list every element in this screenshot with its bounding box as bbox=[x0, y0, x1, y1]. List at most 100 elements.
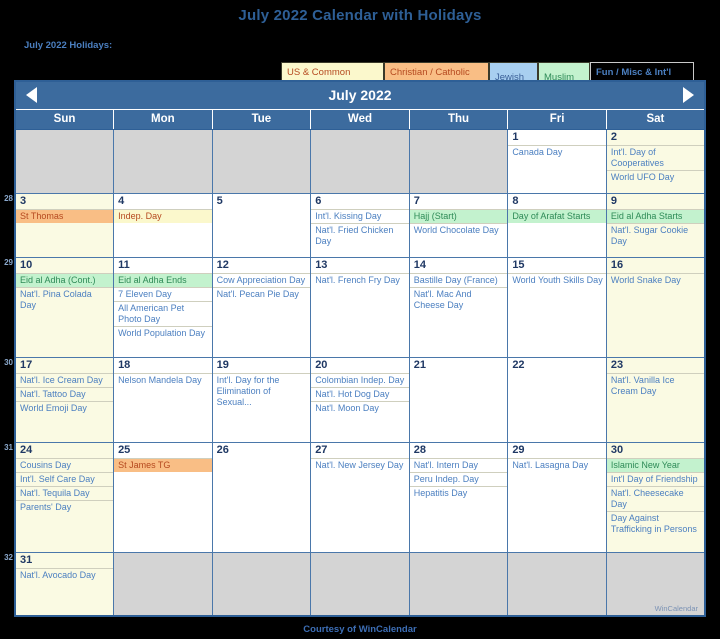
day-number: 12 bbox=[216, 258, 229, 271]
holiday-entry[interactable]: Int'l. Day of Cooperatives bbox=[606, 144, 704, 170]
calendar-day-cell-15[interactable]: 15 World Youth Skills Day bbox=[507, 256, 607, 358]
day-header-sat: Sat bbox=[606, 109, 705, 130]
calendar-cell-empty bbox=[310, 128, 410, 194]
calendar-day-cell-27[interactable]: 27 Nat'l. New Jersey Day bbox=[310, 441, 410, 553]
holiday-entry[interactable]: Hepatitis Day bbox=[409, 485, 508, 500]
week-number: 29 bbox=[4, 258, 13, 267]
calendar-day-cell-8[interactable]: 8 Day of Arafat Starts bbox=[507, 192, 607, 258]
holiday-entry[interactable]: St James TG bbox=[114, 457, 212, 472]
calendar-day-cell-11[interactable]: 11 Eid al Adha Ends 7 Eleven Day All Americ… bbox=[113, 256, 213, 358]
calendar-day-cell-3[interactable]: 3 St Thomas bbox=[14, 192, 115, 258]
holiday-entry[interactable]: Eid al Adha (Cont.) bbox=[16, 272, 114, 287]
holiday-entry[interactable]: World Snake Day bbox=[606, 272, 704, 287]
holiday-entry[interactable]: Int'l. Kissing Day bbox=[311, 208, 409, 223]
holiday-entry[interactable]: Int'l. Day for the Elimination of Sexual… bbox=[212, 372, 311, 409]
day-number: 27 bbox=[315, 443, 328, 456]
holiday-entry[interactable]: All American Pet Photo Day bbox=[114, 300, 212, 326]
holiday-entry[interactable]: Int'l Day of Friendship bbox=[606, 471, 704, 486]
calendar-day-cell-26[interactable]: 26 bbox=[211, 441, 312, 553]
calendar-cell-empty bbox=[14, 128, 115, 194]
holiday-entry[interactable]: Nat'l. Intern Day bbox=[409, 457, 508, 472]
holiday-entry[interactable]: Cousins Day bbox=[16, 457, 114, 472]
holiday-entry[interactable]: Nat'l. Moon Day bbox=[311, 400, 409, 415]
holiday-entry[interactable]: Islamic New Year bbox=[606, 457, 704, 472]
holiday-entry[interactable]: World UFO Day bbox=[606, 169, 704, 184]
holiday-entry[interactable]: Day Against Trafficking in Persons bbox=[606, 510, 704, 536]
calendar-day-cell-1[interactable]: 1 Canada Day bbox=[507, 128, 607, 194]
next-month-icon[interactable] bbox=[683, 87, 694, 104]
holiday-entry[interactable]: Hajj (Start) bbox=[409, 208, 508, 223]
holiday-entry[interactable]: Nat'l. Tattoo Day bbox=[16, 386, 114, 401]
day-number: 8 bbox=[512, 194, 519, 207]
calendar-day-cell-30[interactable]: 30 Islamic New Year Int'l Day of Friendshi… bbox=[605, 441, 706, 553]
holiday-entry[interactable]: Nat'l. Sugar Cookie Day bbox=[606, 222, 704, 248]
day-number: 10 bbox=[20, 258, 33, 271]
holiday-entry[interactable]: Nat'l. New Jersey Day bbox=[311, 457, 409, 472]
day-of-week-header-row: Sun Mon Tue Wed Thu Fri Sat bbox=[15, 109, 705, 130]
holiday-entry[interactable]: Peru Indep. Day bbox=[409, 471, 508, 486]
calendar-body: 1 Canada Day 2 Int'l. Day of Cooperatives Wo… bbox=[14, 128, 706, 617]
holiday-entry[interactable]: 7 Eleven Day bbox=[114, 286, 212, 301]
day-number: 19 bbox=[216, 358, 229, 371]
holiday-entry[interactable]: Nat'l. Lasagna Day bbox=[508, 457, 606, 472]
calendar-day-cell-16[interactable]: 16 World Snake Day bbox=[605, 256, 706, 358]
calendar-page: July 2022 Calendar with Holidays July 20… bbox=[0, 0, 720, 639]
day-number: 11 bbox=[118, 258, 130, 271]
holiday-entry[interactable]: Nat'l. Hot Dog Day bbox=[311, 386, 409, 401]
holiday-entry[interactable]: World Emoji Day bbox=[16, 400, 114, 415]
calendar-day-cell-5[interactable]: 5 bbox=[211, 192, 312, 258]
holiday-entry[interactable]: Parents' Day bbox=[16, 499, 114, 514]
holiday-entry[interactable]: Int'l. Self Care Day bbox=[16, 471, 114, 486]
calendar-day-cell-17[interactable]: 17 Nat'l. Ice Cream Day Nat'l. Tattoo Day W… bbox=[14, 356, 115, 443]
calendar-day-cell-22[interactable]: 22 bbox=[507, 356, 607, 443]
week-number: 30 bbox=[4, 358, 13, 367]
holiday-entry[interactable]: World Population Day bbox=[114, 325, 212, 340]
holiday-entry[interactable]: Nat'l. Vanilla Ice Cream Day bbox=[606, 372, 704, 398]
holiday-entry[interactable]: World Chocolate Day bbox=[409, 222, 508, 237]
holiday-entry[interactable]: Cow Appreciation Day bbox=[212, 272, 311, 287]
holiday-entry[interactable]: Nat'l. Pecan Pie Day bbox=[212, 286, 311, 301]
calendar-day-cell-23[interactable]: 23 Nat'l. Vanilla Ice Cream Day bbox=[605, 356, 706, 443]
holiday-entry[interactable]: Nat'l. Avocado Day bbox=[16, 567, 114, 582]
holiday-entry[interactable]: Nat'l. Tequila Day bbox=[16, 485, 114, 500]
holiday-entry[interactable]: Bastille Day (France) bbox=[409, 272, 508, 287]
calendar-day-cell-7[interactable]: 7 Hajj (Start) World Chocolate Day bbox=[408, 192, 509, 258]
day-header-wed: Wed bbox=[310, 109, 410, 130]
watermark: WinCalendar bbox=[654, 604, 698, 613]
holiday-entry[interactable]: Day of Arafat Starts bbox=[508, 208, 606, 223]
calendar-day-cell-13[interactable]: 13 Nat'l. French Fry Day bbox=[310, 256, 410, 358]
holiday-entry[interactable]: Eid al Adha Starts bbox=[606, 208, 704, 223]
holiday-entry[interactable]: St Thomas bbox=[16, 208, 114, 223]
calendar-day-cell-6[interactable]: 6 Int'l. Kissing Day Nat'l. Fried Chicken … bbox=[310, 192, 410, 258]
calendar-day-cell-10[interactable]: 10 Eid al Adha (Cont.) Nat'l. Pina Colada … bbox=[14, 256, 115, 358]
calendar-day-cell-25[interactable]: 25 St James TG bbox=[113, 441, 213, 553]
calendar-day-cell-20[interactable]: 20 Colombian Indep. Day Nat'l. Hot Dog Day… bbox=[310, 356, 410, 443]
holiday-entry[interactable]: Canada Day bbox=[508, 144, 606, 159]
calendar-day-cell-29[interactable]: 29 Nat'l. Lasagna Day bbox=[507, 441, 607, 553]
holiday-entry[interactable]: Nat'l. Pina Colada Day bbox=[16, 286, 114, 312]
week-number: 28 bbox=[4, 194, 13, 203]
calendar-day-cell-31[interactable]: 31 Nat'l. Avocado Day bbox=[14, 551, 115, 617]
holiday-entry[interactable]: World Youth Skills Day bbox=[508, 272, 606, 287]
holiday-entry[interactable]: Nat'l. Cheesecake Day bbox=[606, 485, 704, 511]
holiday-entry[interactable]: Eid al Adha Ends bbox=[114, 272, 212, 287]
calendar-day-cell-21[interactable]: 21 bbox=[408, 356, 509, 443]
calendar-day-cell-24[interactable]: 24 Cousins Day Int'l. Self Care Day Nat'l. … bbox=[14, 441, 115, 553]
holiday-entry[interactable]: Nat'l. Ice Cream Day bbox=[16, 372, 114, 387]
calendar-day-cell-12[interactable]: 12 Cow Appreciation Day Nat'l. Pecan Pie D… bbox=[211, 256, 312, 358]
calendar-day-cell-28[interactable]: 28 Nat'l. Intern Day Peru Indep. Day Hepati… bbox=[408, 441, 509, 553]
holiday-entry[interactable]: Nat'l. Fried Chicken Day bbox=[311, 222, 409, 248]
prev-month-icon[interactable] bbox=[26, 87, 37, 104]
calendar-day-cell-9[interactable]: 9 Eid al Adha Starts Nat'l. Sugar Cookie D… bbox=[605, 192, 706, 258]
month-title: July 2022 bbox=[328, 87, 392, 104]
holiday-entry[interactable]: Nelson Mandela Day bbox=[114, 372, 212, 387]
calendar-day-cell-14[interactable]: 14 Bastille Day (France) Nat'l. Mac And Ch… bbox=[408, 256, 509, 358]
holiday-entry[interactable]: Nat'l. Mac And Cheese Day bbox=[409, 286, 508, 312]
calendar-day-cell-4[interactable]: 4 Indep. Day bbox=[113, 192, 213, 258]
calendar-day-cell-19[interactable]: 19 Int'l. Day for the Elimination of Sexu… bbox=[211, 356, 312, 443]
holiday-entry[interactable]: Colombian Indep. Day bbox=[311, 372, 409, 387]
holiday-entry[interactable]: Nat'l. French Fry Day bbox=[311, 272, 409, 287]
calendar-day-cell-2[interactable]: 2 Int'l. Day of Cooperatives World UFO Day bbox=[605, 128, 706, 194]
holiday-entry[interactable]: Indep. Day bbox=[114, 208, 212, 223]
calendar-day-cell-18[interactable]: 18 Nelson Mandela Day bbox=[113, 356, 213, 443]
